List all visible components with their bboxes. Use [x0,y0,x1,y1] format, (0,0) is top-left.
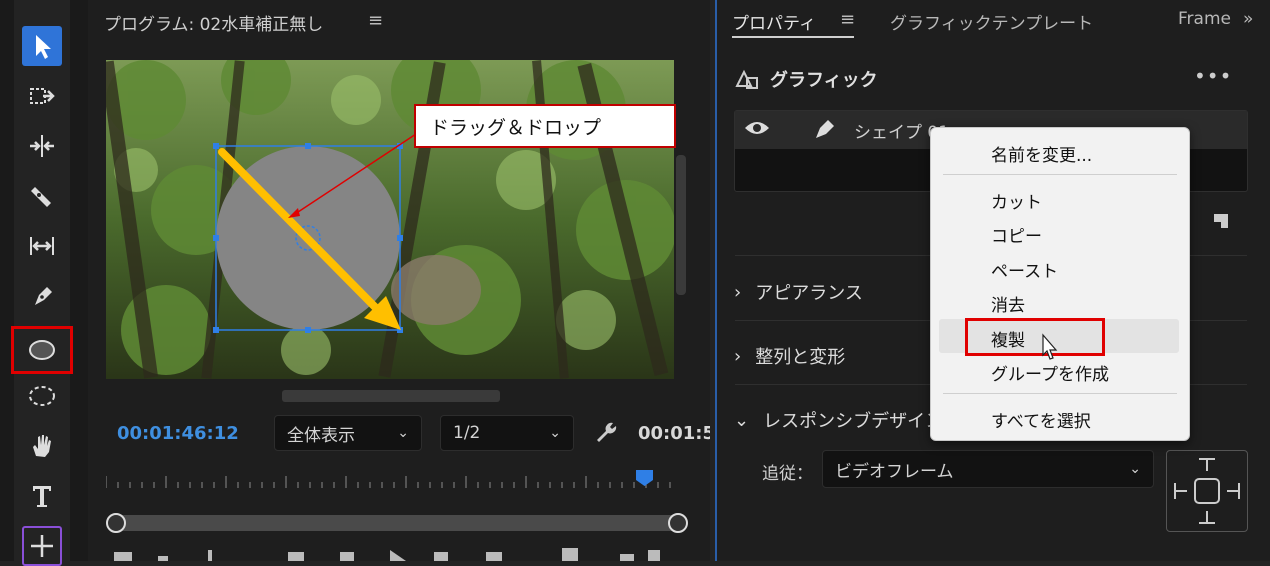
eye-icon[interactable] [744,119,770,141]
menu-item-copy[interactable]: コピー [991,222,1042,247]
chevron-down-icon: ⌄ [397,425,409,441]
transport-controls[interactable] [108,546,688,561]
active-tab-underline [732,36,854,38]
section-label: 整列と変形 [755,347,846,368]
chevron-right-icon: › [734,281,742,303]
resolution-value: 1/2 [453,423,481,443]
menu-item-cut[interactable]: カット [991,188,1042,213]
mouse-cursor-icon [1038,333,1062,369]
callout-label: ドラッグ＆ドロップ [414,104,676,148]
type-tool-icon[interactable] [22,476,62,516]
graphic-shapes-icon [734,66,760,94]
pin-to-edges-widget[interactable] [1166,450,1248,532]
wrench-icon[interactable] [594,420,618,448]
follow-label: 追従： [762,464,813,484]
transform-tool-icon[interactable] [22,526,62,566]
overflow-tabs-icon[interactable]: » [1243,9,1253,29]
ellipse-tool-icon[interactable] [11,326,73,374]
zoom-value: 全体表示 [287,425,355,446]
duration-timecode: 00:01:5 [638,423,710,444]
current-timecode[interactable]: 00:01:46:12 [117,423,239,444]
ripple-edit-tool-icon[interactable] [22,126,62,166]
new-layer-icon[interactable] [1212,212,1230,234]
section-responsive-design[interactable]: ⌄ レスポンシブデザイン [734,407,943,433]
menu-item-select-all[interactable]: すべてを選択 [991,407,1091,432]
slip-tool-icon[interactable] [22,226,62,266]
razor-tool-icon[interactable] [22,176,62,216]
section-label: レスポンシブデザイン [763,411,944,432]
panel-menu-icon[interactable]: ≡ [368,10,383,31]
vertical-scrollbar[interactable] [676,155,686,295]
chevron-down-icon: ⌄ [549,425,561,441]
tab-properties[interactable]: プロパティ [732,9,816,34]
chevron-right-icon: › [734,345,742,367]
zoom-scrollbar[interactable] [106,513,688,533]
menu-item-rename[interactable]: 名前を変更... [991,141,1092,166]
selection-tool-icon[interactable] [22,26,62,66]
tools-panel [0,0,88,566]
chevron-down-icon: ⌄ [1129,461,1141,477]
duplicate-highlight-box [965,318,1105,356]
resolution-dropdown[interactable]: 1/2 ⌄ [440,415,574,451]
section-align-transform[interactable]: › 整列と変形 [734,343,845,369]
pen-tool-icon[interactable] [22,276,62,316]
more-options-icon[interactable]: ••• [1194,64,1232,88]
menu-item-clear[interactable]: 消去 [991,291,1025,316]
section-title-graphic: グラフィック [770,70,878,91]
menu-item-paste[interactable]: ペースト [991,257,1058,282]
horizontal-scrollbar[interactable] [282,390,500,402]
tab-frame[interactable]: Frame [1178,9,1231,29]
panel-menu-icon[interactable]: ≡ [840,9,855,30]
tab-graphic-templates[interactable]: グラフィックテンプレート [890,9,1093,34]
hand-tool-icon[interactable] [22,426,62,466]
pen-shape-icon [812,116,838,146]
program-monitor-title[interactable]: プログラム: 02水車補正無し [104,10,323,35]
section-label: アピアランス [755,283,863,304]
context-menu: 名前を変更... カット コピー ペースト 消去 複製 グループを作成 すべてを… [930,127,1190,441]
time-ruler[interactable] [105,470,682,492]
chevron-down-icon: ⌄ [734,409,750,431]
follow-value: ビデオフレーム [835,461,954,482]
ellipse-dashed-icon[interactable] [22,376,62,416]
follow-dropdown[interactable]: ビデオフレーム ⌄ [822,450,1154,488]
track-select-tool-icon[interactable] [22,76,62,116]
zoom-dropdown[interactable]: 全体表示 ⌄ [274,415,422,451]
section-appearance[interactable]: › アピアランス [734,279,863,305]
